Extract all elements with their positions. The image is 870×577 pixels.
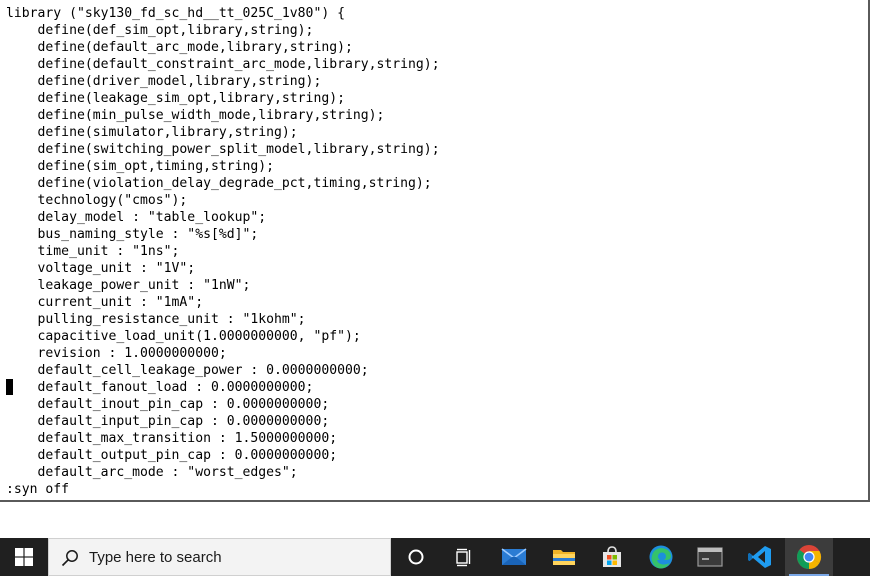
code-line: define(leakage_sim_opt,library,string);: [6, 91, 345, 106]
code-line: time_unit : "1ns";: [6, 244, 180, 259]
search-icon: [61, 550, 78, 567]
terminal-window[interactable]: library ("sky130_fd_sc_hd__tt_025C_1v80"…: [0, 0, 870, 502]
cortana-icon: [408, 549, 424, 565]
mail-button[interactable]: [490, 538, 538, 576]
code-line: leakage_power_unit : "1nW";: [6, 278, 251, 293]
code-line: technology("cmos");: [6, 193, 188, 208]
code-line: default_inout_pin_cap : 0.0000000000;: [6, 397, 330, 412]
code-line: default_arc_mode : "worst_edges";: [6, 465, 298, 480]
code-line: define(min_pulse_width_mode,library,stri…: [6, 108, 385, 123]
taskbar-search-box[interactable]: Type here to search: [48, 538, 391, 576]
file-explorer-icon: [553, 550, 575, 565]
code-line: define(simulator,library,string);: [6, 125, 298, 140]
code-line: define(driver_model,library,string);: [6, 74, 322, 89]
mail-icon: [501, 548, 527, 565]
editor-text-area[interactable]: library ("sky130_fd_sc_hd__tt_025C_1v80"…: [6, 5, 440, 481]
code-line: define(def_sim_opt,library,string);: [6, 23, 314, 38]
code-line: default_input_pin_cap : 0.0000000000;: [6, 414, 330, 429]
desktop-background: [0, 502, 870, 538]
code-line: define(switching_power_split_model,libra…: [6, 142, 440, 157]
chrome-icon: [796, 545, 822, 570]
command-line[interactable]: :syn off: [6, 481, 69, 498]
store-button[interactable]: [588, 538, 636, 576]
code-line: capacitive_load_unit(1.0000000000, "pf")…: [6, 329, 361, 344]
task-view-button[interactable]: [440, 538, 488, 576]
code-line: library ("sky130_fd_sc_hd__tt_025C_1v80"…: [6, 6, 345, 21]
code-line: delay_model : "table_lookup";: [6, 210, 267, 225]
windows-start-icon: [15, 548, 33, 566]
cortana-button[interactable]: [392, 538, 440, 576]
task-view-icon: [456, 548, 471, 567]
start-button[interactable]: [0, 538, 48, 576]
code-line: default_max_transition : 1.5000000000;: [6, 431, 338, 446]
code-line: define(violation_delay_degrade_pct,timin…: [6, 176, 432, 191]
text-cursor: [6, 379, 13, 395]
store-icon: [603, 546, 621, 567]
code-line: default_output_pin_cap : 0.0000000000;: [6, 448, 338, 463]
code-line: current_unit : "1mA";: [6, 295, 204, 310]
search-placeholder: Type here to search: [89, 549, 222, 566]
vscode-icon: [748, 546, 771, 568]
edge-button[interactable]: [637, 538, 685, 576]
code-line: define(sim_opt,timing,string);: [6, 159, 275, 174]
edge-icon: [649, 545, 673, 569]
terminal-icon: [697, 547, 723, 567]
code-line: bus_naming_style : "%s[%d]";: [6, 227, 259, 242]
code-line: revision : 1.0000000000;: [6, 346, 227, 361]
vscode-button[interactable]: [736, 538, 784, 576]
terminal-button[interactable]: [686, 538, 734, 576]
code-line: voltage_unit : "1V";: [6, 261, 196, 276]
code-line: define(default_arc_mode,library,string);: [6, 40, 353, 55]
code-line: default_cell_leakage_power : 0.000000000…: [6, 363, 369, 378]
file-explorer-button[interactable]: [540, 538, 588, 576]
code-line: default_fanout_load : 0.0000000000;: [6, 380, 314, 395]
taskbar: Type here to search: [0, 538, 870, 576]
code-line: pulling_resistance_unit : "1kohm";: [6, 312, 306, 327]
code-line: define(default_constraint_arc_mode,libra…: [6, 57, 440, 72]
chrome-button[interactable]: [785, 538, 833, 576]
